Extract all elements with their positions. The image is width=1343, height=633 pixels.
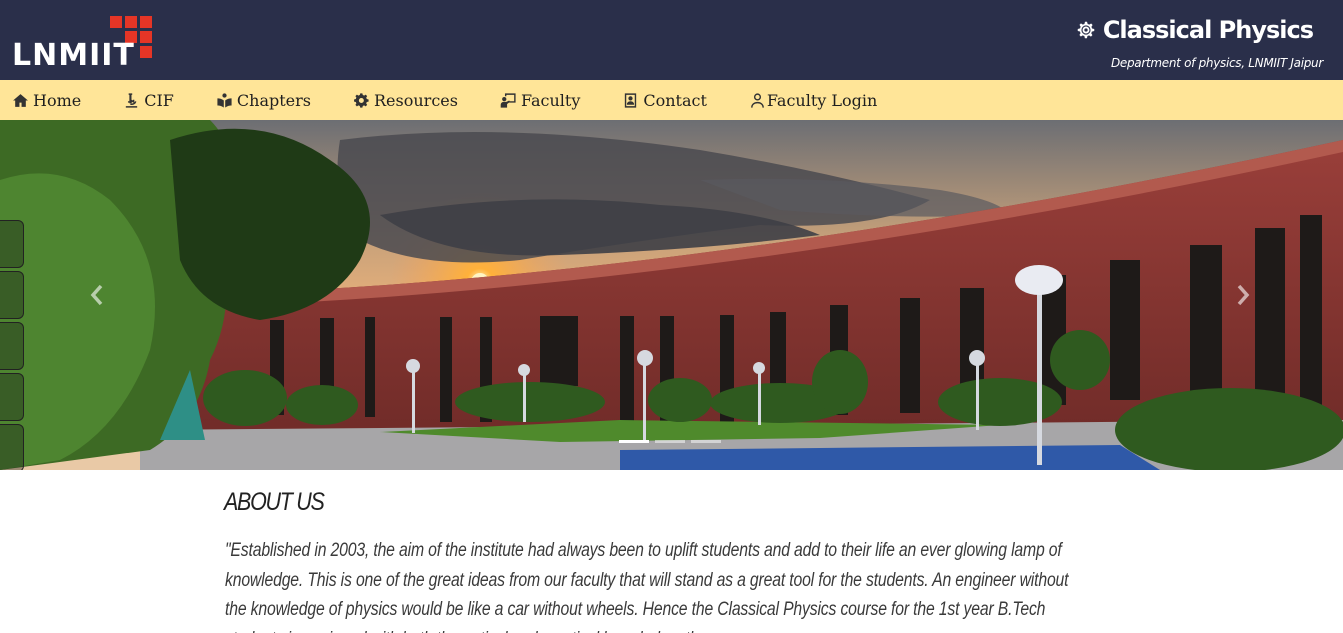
carousel-prev-button[interactable] — [82, 278, 112, 312]
site-header: LNMIIT Classical Physics Department of p… — [0, 0, 1343, 80]
nav-item-label: Home — [33, 90, 82, 110]
nav-item-contact[interactable]: Contact — [622, 91, 707, 110]
nav-item-resources[interactable]: Resources — [353, 91, 458, 110]
user-icon — [751, 92, 764, 108]
chevron-right-icon — [1237, 284, 1250, 306]
contact-card-icon — [625, 92, 637, 108]
carousel-indicator[interactable] — [691, 440, 721, 443]
about-paragraph: "Established in 2003, the aim of the ins… — [225, 540, 1069, 633]
chalkboard-teacher-icon — [500, 92, 516, 108]
nav-item-home[interactable]: Home — [12, 91, 81, 110]
nav-item-label: Faculty Login — [766, 90, 878, 110]
carousel-indicator[interactable] — [619, 440, 649, 443]
nav-item-cif[interactable]: CIF — [123, 91, 174, 110]
about-heading: ABOUT US — [224, 488, 325, 516]
microscope-icon — [126, 92, 138, 108]
side-tab[interactable] — [0, 424, 24, 470]
hero-carousel[interactable] — [0, 120, 1343, 470]
gear-icon — [1077, 21, 1095, 39]
side-tab[interactable] — [0, 220, 24, 268]
nav-item-faculty-login[interactable]: Faculty Login — [749, 91, 877, 110]
nav-item-chapters[interactable]: Chapters — [216, 91, 311, 110]
gear-icon — [354, 92, 369, 108]
site-title: Classical Physics — [1102, 16, 1314, 44]
nav-item-label: Contact — [643, 90, 707, 110]
nav-item-faculty[interactable]: Faculty — [500, 91, 580, 110]
carousel-next-button[interactable] — [1228, 278, 1258, 312]
nav-item-label: Chapters — [236, 90, 311, 110]
nav-item-label: Faculty — [520, 90, 581, 110]
carousel-indicators — [619, 440, 727, 443]
nav-item-label: Resources — [374, 90, 458, 110]
side-tab[interactable] — [0, 373, 24, 421]
campus-slide-image — [0, 120, 1343, 470]
side-tab[interactable] — [0, 271, 24, 319]
main-nav: Home CIF Chapters Resources Faculty Cont… — [0, 80, 1343, 120]
site-brand[interactable]: Classical Physics — [1075, 14, 1314, 46]
site-subtitle: Department of physics, LNMIIT Jaipur — [1110, 56, 1323, 70]
book-reader-icon — [217, 92, 232, 108]
logo-text: LNMIIT — [12, 38, 135, 73]
nav-item-label: CIF — [144, 90, 174, 110]
lnmiit-logo[interactable]: LNMIIT — [10, 14, 155, 72]
home-icon — [13, 93, 28, 107]
carousel-indicator[interactable] — [655, 440, 685, 443]
side-tab[interactable] — [0, 322, 24, 370]
chevron-left-icon — [90, 284, 103, 306]
social-side-tabs — [0, 220, 24, 470]
